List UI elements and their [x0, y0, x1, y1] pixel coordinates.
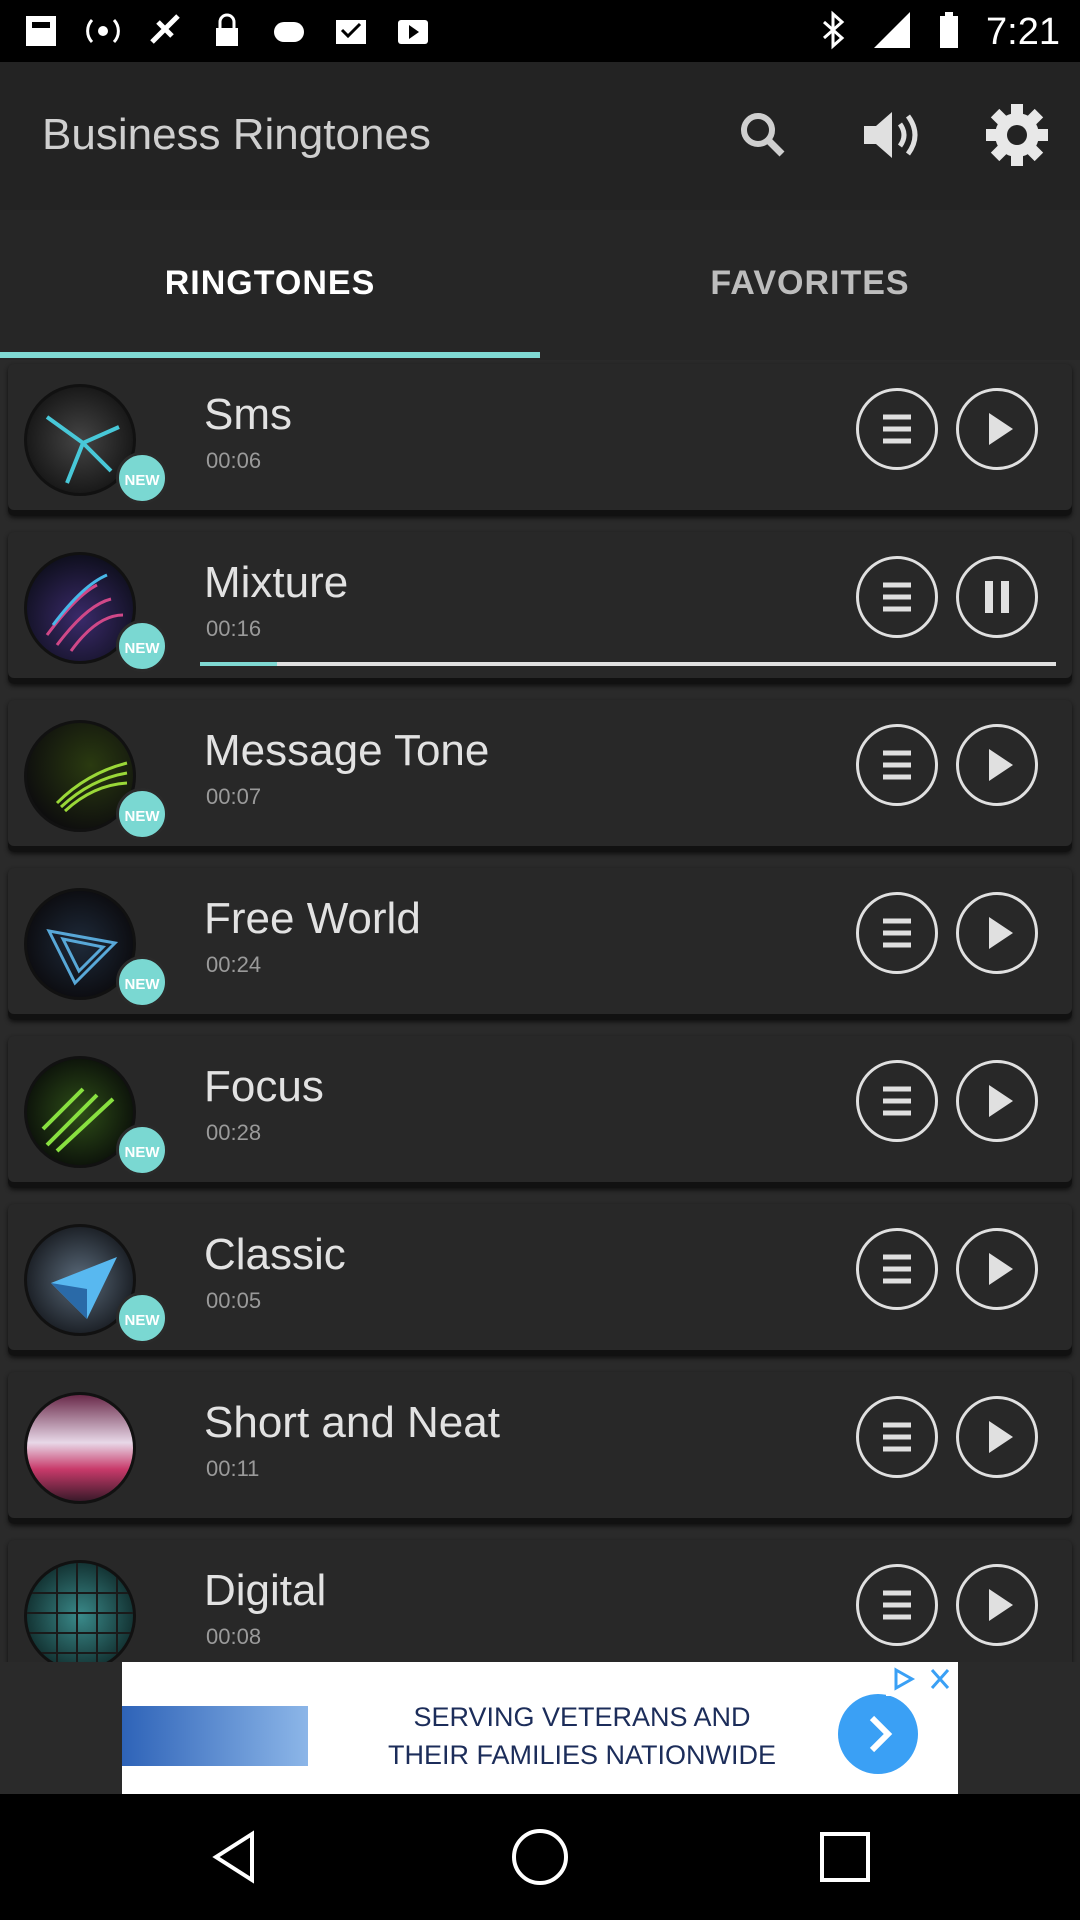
status-right: 7:21: [820, 10, 1060, 55]
radio-icon: [86, 12, 120, 50]
play-button[interactable]: [956, 1060, 1038, 1142]
ringtone-duration: 00:05: [206, 1288, 262, 1313]
ringtone-duration: 00:08: [206, 1624, 262, 1649]
app-bar: Business Ringtones: [0, 62, 1080, 210]
ad-text: SERVING VETERANS AND THEIR FAMILIES NATI…: [382, 1698, 782, 1774]
youtube-icon: [396, 12, 430, 50]
ad-banner[interactable]: SERVING VETERANS AND THEIR FAMILIES NATI…: [122, 1662, 958, 1794]
bluetooth-icon: [820, 10, 846, 55]
list-item[interactable]: NEW Focus 00:28: [8, 1036, 1072, 1188]
options-menu-button[interactable]: [856, 556, 938, 638]
playback-progress-bar[interactable]: [200, 662, 1056, 666]
battery-icon: [938, 10, 960, 55]
list-item[interactable]: Short and Neat 00:11: [8, 1372, 1072, 1524]
system-nav-bar: [0, 1794, 1080, 1920]
game-icon: [272, 12, 306, 50]
play-button[interactable]: [956, 724, 1038, 806]
active-tab-indicator: [0, 352, 540, 358]
play-button[interactable]: [956, 1396, 1038, 1478]
ad-line-1: SERVING VETERANS AND: [413, 1702, 751, 1732]
tab-favorites[interactable]: FAVORITES: [540, 210, 1080, 360]
pause-button[interactable]: [956, 556, 1038, 638]
ad-line-2: THEIR FAMILIES NATIONWIDE: [387, 1740, 777, 1770]
ringtone-artwork: [24, 1560, 136, 1662]
clock: 7:21: [986, 11, 1060, 53]
new-badge: NEW: [116, 1124, 168, 1176]
ringtone-duration: 00:24: [206, 952, 262, 977]
lock-icon: [210, 12, 244, 50]
options-menu-button[interactable]: [856, 892, 938, 974]
new-badge: NEW: [116, 620, 168, 672]
ringtone-name: Message Tone: [204, 726, 490, 775]
home-icon[interactable]: [507, 1824, 573, 1890]
ringtone-name: Short and Neat: [204, 1398, 500, 1447]
options-menu-button[interactable]: [856, 1228, 938, 1310]
back-icon[interactable]: [202, 1824, 268, 1890]
options-menu-button[interactable]: [856, 1396, 938, 1478]
ringtone-name: Free World: [204, 894, 421, 943]
list-item[interactable]: NEW Sms 00:06: [8, 364, 1072, 516]
ringtone-list[interactable]: NEW Sms 00:06 NEW Mixture 00:16 NEW Mess…: [0, 360, 1080, 1662]
play-button[interactable]: [956, 892, 1038, 974]
recents-icon[interactable]: [812, 1824, 878, 1890]
play-button[interactable]: [956, 1228, 1038, 1310]
list-item[interactable]: NEW Free World 00:24: [8, 868, 1072, 1020]
ringtone-duration: 00:06: [206, 448, 262, 473]
new-badge: NEW: [116, 1292, 168, 1344]
ringtone-name: Classic: [204, 1230, 346, 1279]
ad-arrow-button[interactable]: [838, 1694, 918, 1774]
ringtone-duration: 00:07: [206, 784, 262, 809]
ringtone-duration: 00:28: [206, 1120, 262, 1145]
options-menu-button[interactable]: [856, 1060, 938, 1142]
ringtone-artwork: [24, 1392, 136, 1504]
new-badge: NEW: [116, 452, 168, 504]
app-notification-icon: [24, 12, 58, 50]
ad-close-icon[interactable]: [922, 1662, 958, 1696]
playback-progress-fill: [200, 662, 278, 666]
new-badge: NEW: [116, 788, 168, 840]
adchoices-icon[interactable]: [886, 1662, 922, 1696]
search-icon[interactable]: [728, 100, 798, 170]
list-item[interactable]: NEW Classic 00:05: [8, 1204, 1072, 1356]
options-menu-button[interactable]: [856, 1564, 938, 1646]
volume-icon[interactable]: [858, 100, 928, 170]
tab-ringtones[interactable]: RINGTONES: [0, 210, 540, 360]
settings-gear-icon[interactable]: [982, 100, 1052, 170]
play-button[interactable]: [956, 1564, 1038, 1646]
ringtone-name: Mixture: [204, 558, 349, 607]
ad-flag-image: [122, 1706, 308, 1766]
tab-bar: RINGTONES FAVORITES: [0, 210, 1080, 360]
options-menu-button[interactable]: [856, 724, 938, 806]
ringtone-name: Digital: [204, 1566, 327, 1615]
ringtone-name: Sms: [204, 390, 292, 439]
status-bar: 7:21: [0, 0, 1080, 62]
list-item[interactable]: NEW Mixture 00:16: [8, 532, 1072, 684]
ringtone-duration: 00:16: [206, 616, 262, 641]
inbox-icon: [334, 12, 368, 50]
list-item[interactable]: Digital 00:08: [8, 1540, 1072, 1662]
new-badge: NEW: [116, 956, 168, 1008]
list-item[interactable]: NEW Message Tone 00:07: [8, 700, 1072, 852]
fake-gps-icon: [148, 12, 182, 50]
notification-icons: [24, 12, 430, 50]
play-button[interactable]: [956, 388, 1038, 470]
signal-icon: [872, 10, 912, 55]
app-title: Business Ringtones: [42, 110, 431, 159]
ringtone-name: Focus: [204, 1062, 324, 1111]
ringtone-duration: 00:11: [206, 1456, 260, 1481]
options-menu-button[interactable]: [856, 388, 938, 470]
